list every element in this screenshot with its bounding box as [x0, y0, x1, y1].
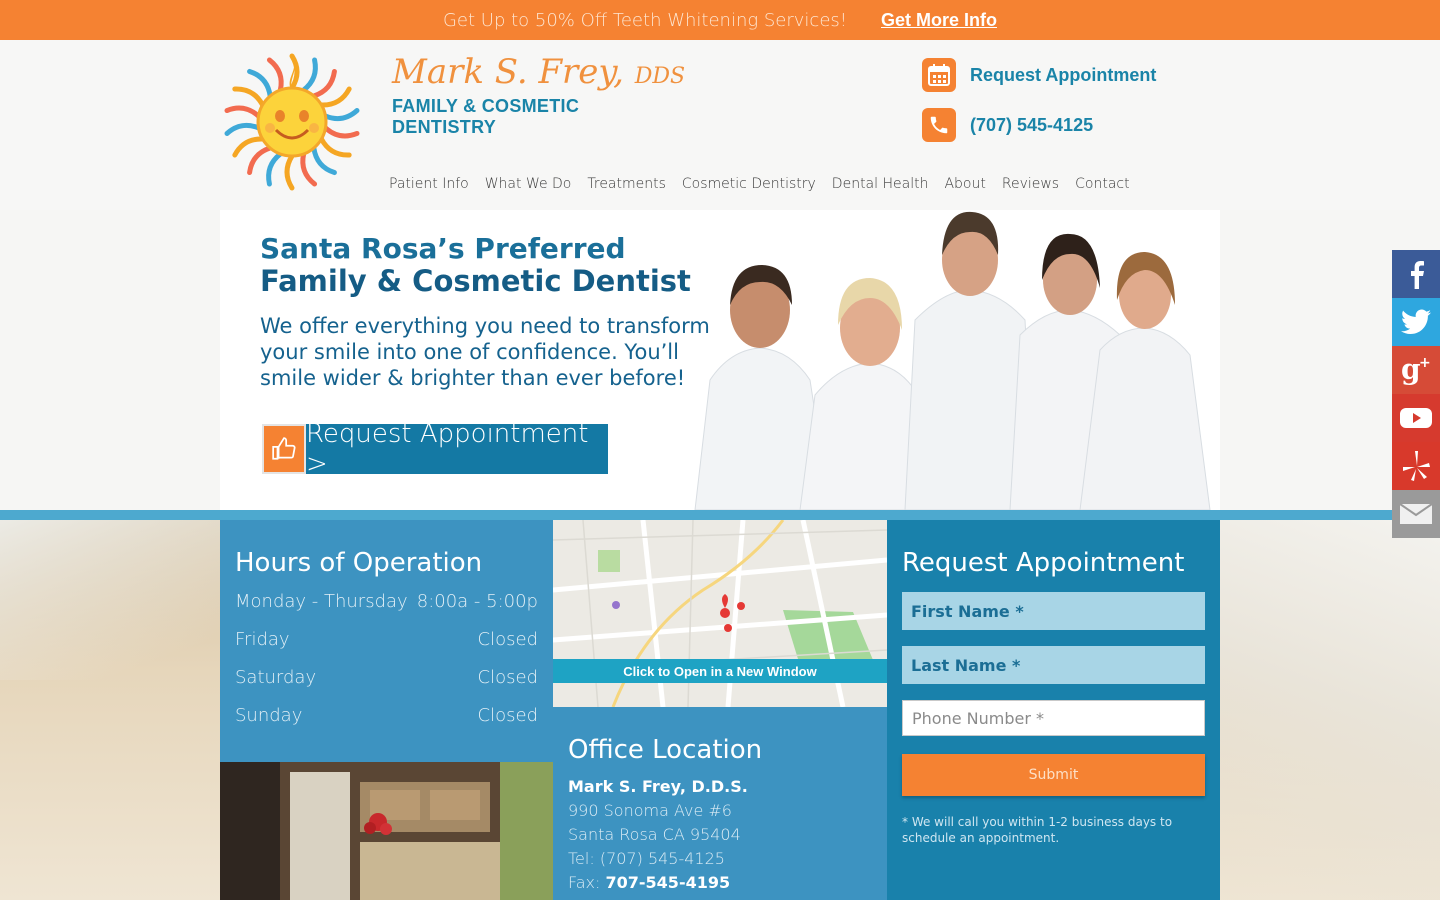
office-address-2: Santa Rosa CA 95404 — [568, 825, 741, 844]
office-location-panel: Office Location Mark S. Frey, D.D.S. 990… — [553, 707, 887, 900]
hours-row: Monday - Thursday 8:00a - 5:00p — [235, 591, 538, 629]
hours-row: Sunday Closed — [235, 705, 538, 743]
google-plus-icon: g + — [1401, 353, 1431, 386]
hero-title: Santa Rosa’s Preferred Family & Cosmetic… — [260, 232, 691, 298]
social-sidebar: g + — [1392, 250, 1440, 538]
map-open-link[interactable]: Click to Open in a New Window — [553, 659, 887, 683]
email-icon — [1399, 503, 1433, 524]
hours-time: 8:00a - 5:00p — [416, 591, 538, 612]
main-nav: Patient Info What We Do Treatments Cosme… — [389, 176, 1130, 192]
hero-title-line1: Santa Rosa’s Preferred — [260, 232, 626, 265]
nav-cosmetic-dentistry[interactable]: Cosmetic Dentistry — [682, 176, 816, 192]
hero-title-line2: Family & Cosmetic Dentist — [260, 264, 691, 298]
sun-logo[interactable] — [222, 52, 362, 192]
last-name-field[interactable]: Last Name * — [902, 646, 1205, 684]
email-link[interactable] — [1392, 490, 1440, 538]
header-phone-link[interactable]: (707) 545-4125 — [922, 108, 1093, 142]
thumbs-up-icon — [262, 424, 306, 474]
twitter-icon — [1401, 309, 1431, 334]
svg-text:+: + — [1419, 355, 1431, 371]
wave-left — [0, 520, 240, 680]
hours-time: Closed — [477, 667, 538, 688]
hours-day: Saturday — [235, 667, 317, 688]
header-request-appointment-link[interactable]: Request Appointment — [922, 58, 1156, 92]
hours-panel: Hours of Operation Monday - Thursday 8:0… — [220, 520, 553, 762]
office-interior-photo — [220, 762, 553, 900]
hours-day: Monday - Thursday — [235, 591, 408, 612]
hours-time: Closed — [477, 629, 538, 650]
hours-time: Closed — [477, 705, 538, 726]
hours-day: Friday — [235, 629, 290, 650]
nav-patient-info[interactable]: Patient Info — [389, 176, 469, 192]
brand-tagline-line2: DENTISTRY — [392, 117, 497, 137]
nav-treatments[interactable]: Treatments — [587, 176, 666, 192]
google-plus-link[interactable]: g + — [1392, 346, 1440, 394]
phone-icon — [922, 108, 956, 142]
nav-contact[interactable]: Contact — [1075, 176, 1129, 192]
office-tel-number[interactable]: (707) 545-4125 — [600, 849, 725, 868]
promo-text: Get Up to 50% Off Teeth Whitening Servic… — [442, 9, 847, 31]
section-divider — [0, 510, 1440, 520]
hero-lead: We offer everything you need to transfor… — [260, 314, 710, 390]
office-tel: Tel: (707) 545-4125 — [568, 847, 872, 871]
office-fax-number: 707-545-4195 — [605, 873, 731, 892]
nav-dental-health[interactable]: Dental Health — [832, 176, 929, 192]
first-name-field[interactable]: First Name * — [902, 592, 1205, 630]
nav-what-we-do[interactable]: What We Do — [485, 176, 572, 192]
office-fax: Fax: 707-545-4195 — [568, 871, 872, 895]
office-map[interactable]: Click to Open in a New Window — [553, 520, 887, 707]
office-fax-label: Fax: — [568, 873, 601, 892]
office-tel-label: Tel: — [568, 849, 595, 868]
form-note: * We will call you within 1-2 business d… — [902, 815, 1173, 845]
staff-group-photo — [694, 211, 1211, 510]
site-header: Mark S. Frey, DDS FAMILY & COSMETIC DENT… — [0, 40, 1440, 210]
youtube-link[interactable] — [1392, 394, 1440, 442]
form-title: Request Appointment — [902, 548, 1185, 578]
promo-bar: Get Up to 50% Off Teeth Whitening Servic… — [0, 0, 1440, 40]
hours-row: Friday Closed — [235, 629, 538, 667]
office-title: Office Location — [568, 735, 763, 765]
header-phone-number: (707) 545-4125 — [970, 114, 1094, 135]
hero-banner: Santa Rosa’s Preferred Family & Cosmetic… — [220, 210, 1220, 510]
phone-number-field[interactable]: Phone Number * — [902, 700, 1205, 736]
facebook-icon — [1411, 261, 1424, 289]
header-appointment-label: Request Appointment — [970, 64, 1157, 85]
hero-request-appointment-button[interactable]: Request Appointment > — [262, 419, 608, 479]
promo-more-info-link[interactable]: Get More Info — [881, 10, 997, 31]
hours-title: Hours of Operation — [235, 548, 483, 578]
twitter-link[interactable] — [1392, 298, 1440, 346]
yelp-link[interactable] — [1392, 442, 1440, 490]
yelp-icon — [1403, 451, 1430, 481]
office-name: Mark S. Frey, D.D.S. — [568, 777, 748, 796]
hours-row: Saturday Closed — [235, 667, 538, 705]
svg-text:g: g — [1401, 353, 1421, 386]
calendar-icon — [922, 58, 956, 92]
youtube-icon — [1400, 408, 1432, 428]
hours-day: Sunday — [235, 705, 303, 726]
office-address-1: 990 Sonoma Ave #6 — [568, 801, 732, 820]
brand-tagline: FAMILY & COSMETIC DENTISTRY — [392, 96, 579, 138]
nav-reviews[interactable]: Reviews — [1002, 176, 1059, 192]
submit-button[interactable]: Submit — [902, 754, 1205, 796]
nav-about[interactable]: About — [944, 176, 985, 192]
facebook-link[interactable] — [1392, 250, 1440, 298]
brand-name[interactable]: Mark S. Frey, DDS — [392, 52, 685, 92]
brand-tagline-line1: FAMILY & COSMETIC — [392, 96, 580, 116]
brand-name-text: Mark S. Frey, — [392, 52, 624, 92]
brand-suffix: DDS — [634, 64, 686, 89]
hero-cta-label: Request Appointment > — [306, 419, 608, 479]
request-appointment-form: Request Appointment First Name * Last Na… — [887, 520, 1220, 900]
